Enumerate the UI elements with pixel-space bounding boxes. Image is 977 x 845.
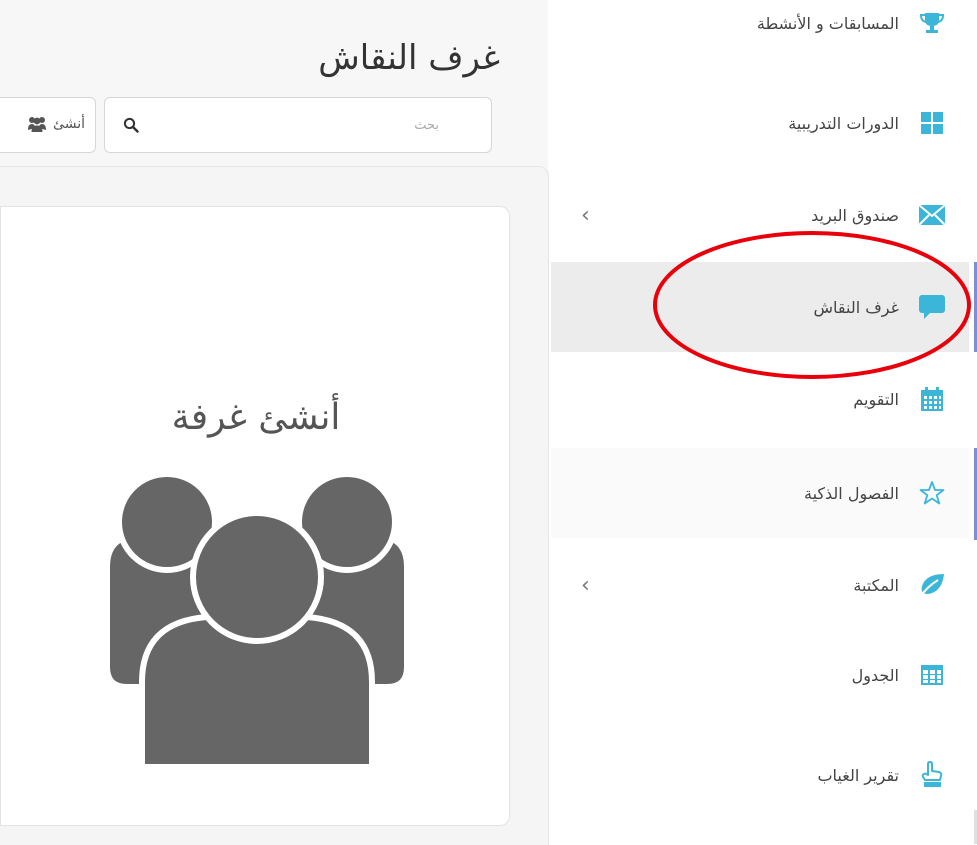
create-room-label: أنشئ <box>53 116 85 132</box>
create-room-button[interactable]: أنشئ <box>0 97 96 153</box>
sidebar-item-library[interactable]: ‹ المكتبة <box>551 540 969 630</box>
star-icon <box>917 478 947 508</box>
search-box[interactable] <box>104 97 492 153</box>
sidebar-item-label: صندوق البريد <box>811 205 899 225</box>
table-icon <box>917 660 947 690</box>
chat-bubble-icon <box>917 292 947 322</box>
create-room-title: أنشئ غرفة <box>171 397 341 438</box>
sidebar-item-label: غرف النقاش <box>813 297 899 317</box>
envelope-icon <box>917 200 947 230</box>
sidebar-item-label: الفصول الذكية <box>803 483 899 503</box>
search-input[interactable] <box>149 98 479 152</box>
leaf-icon <box>917 570 947 600</box>
page-title: غرف النقاش <box>318 38 500 78</box>
trophy-icon <box>917 8 947 38</box>
main-content: غرف النقاش أنشئ أنشئ غرفة <box>0 0 549 845</box>
tiles-icon <box>917 108 947 138</box>
search-icon[interactable] <box>123 117 139 133</box>
sidebar-item-calendar[interactable]: التقويم <box>551 354 969 444</box>
sidebar-item-label: الدورات التدريبية <box>788 113 899 133</box>
sidebar-item-absence-report[interactable]: تقرير الغياب <box>551 730 969 820</box>
sidebar-item-label: الجدول <box>851 665 899 685</box>
sidebar-item-label: المكتبة <box>853 575 899 595</box>
sidebar-item-discussion-rooms[interactable]: غرف النقاش <box>551 262 969 352</box>
sidebar-item-mailbox[interactable]: ‹ صندوق البريد <box>551 170 969 260</box>
sidebar-item-label: تقرير الغياب <box>817 765 899 785</box>
sidebar-item-smart-classes[interactable]: الفصول الذكية <box>551 448 969 538</box>
sidebar-item-training-courses[interactable]: الدورات التدريبية <box>551 78 969 168</box>
calendar-icon <box>917 384 947 414</box>
users-icon <box>28 117 47 132</box>
group-users-icon[interactable] <box>97 467 417 767</box>
hand-pointer-icon <box>917 760 947 790</box>
chevron-left-icon[interactable]: ‹ <box>581 573 590 598</box>
sidebar-item-label: المسابقات و الأنشطة <box>756 13 899 33</box>
sidebar-item-label: التقويم <box>853 389 899 409</box>
sidebar-item-competitions[interactable]: المسابقات و الأنشطة <box>551 0 969 68</box>
sidebar-item-schedule[interactable]: الجدول <box>551 630 969 720</box>
chevron-left-icon[interactable]: ‹ <box>581 203 590 228</box>
sidebar: المسابقات و الأنشطة الدورات التدريبية ‹ <box>551 0 977 844</box>
create-room-card[interactable]: أنشئ غرفة <box>0 206 510 826</box>
